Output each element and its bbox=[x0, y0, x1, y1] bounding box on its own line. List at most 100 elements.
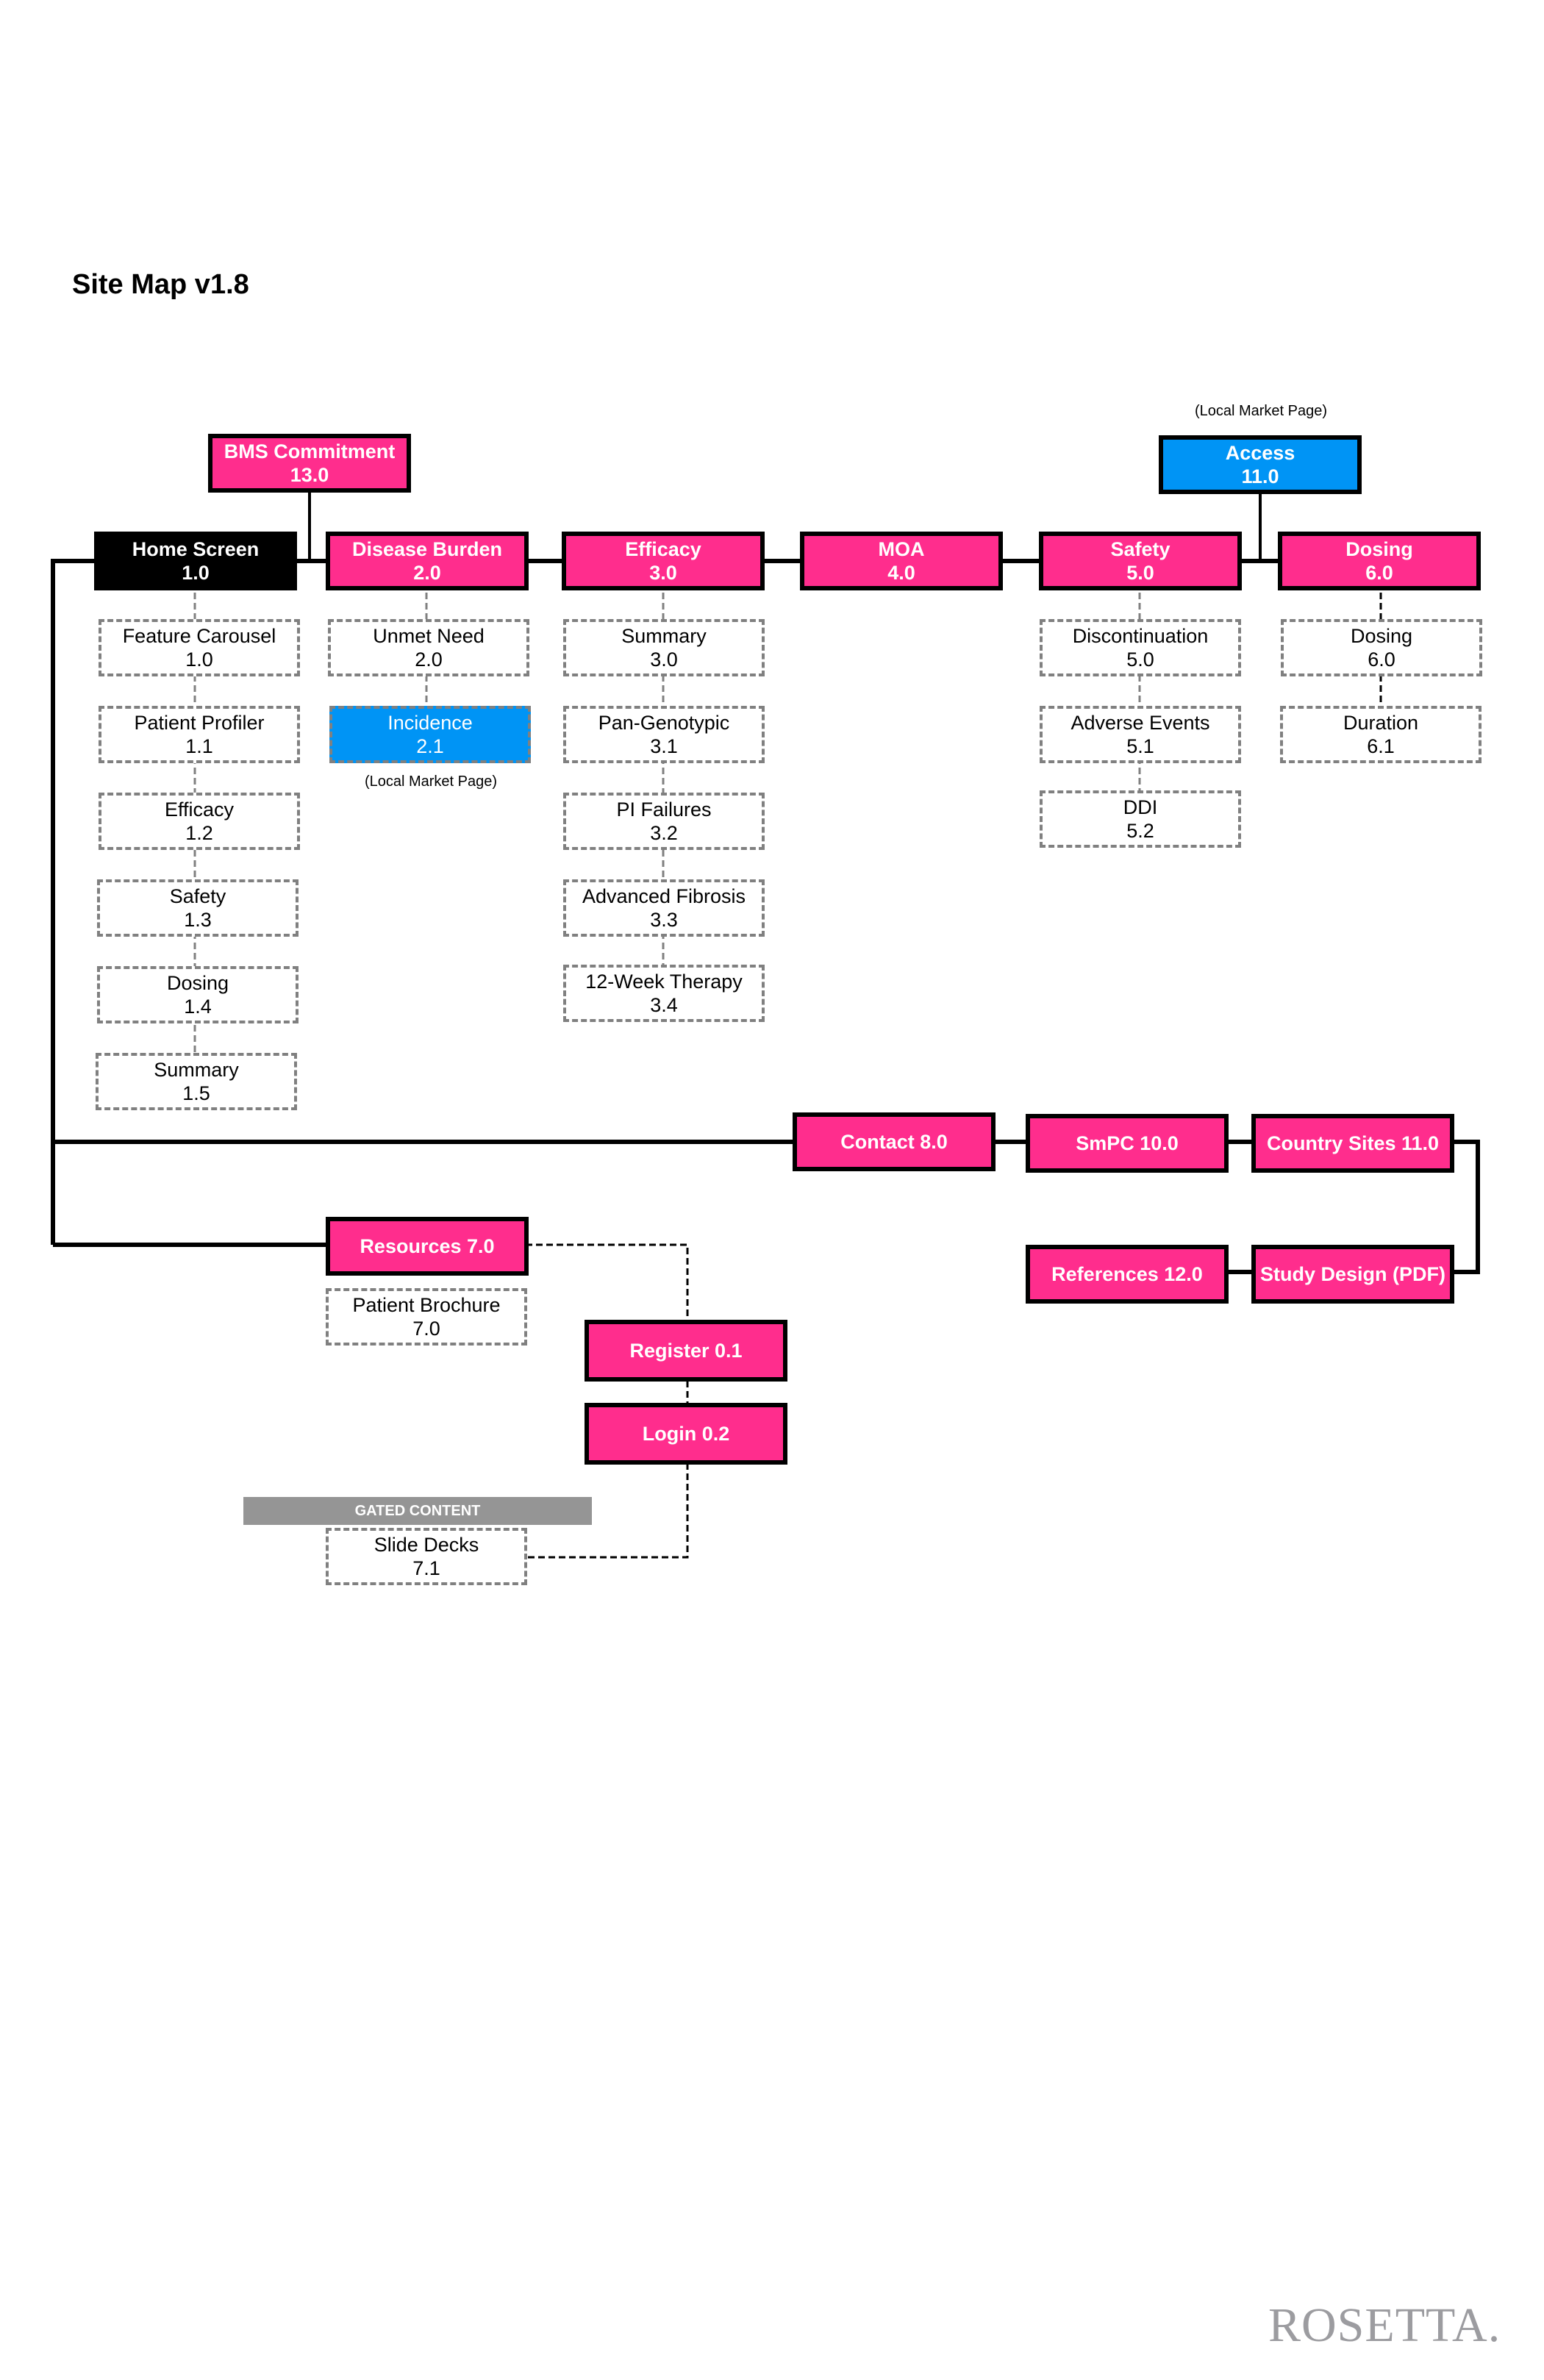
node-resources[interactable]: Resources 7.0 bbox=[326, 1217, 529, 1276]
node-label: Country Sites 11.0 bbox=[1266, 1132, 1440, 1154]
node-number: 3.1 bbox=[650, 735, 678, 757]
node-number: 2.0 bbox=[413, 562, 441, 584]
subpage-patient-brochure[interactable]: Patient Brochure 7.0 bbox=[326, 1288, 527, 1346]
incidence-local-market-note: (Local Market Page) bbox=[364, 773, 498, 790]
subpage-pan-genotypic[interactable]: Pan-Genotypic 3.1 bbox=[563, 706, 765, 763]
node-number: 1.0 bbox=[185, 648, 213, 671]
subpage-dosing-detail[interactable]: Dosing 6.0 bbox=[1281, 619, 1482, 676]
node-number: 11.0 bbox=[1241, 465, 1279, 487]
node-number: 3.0 bbox=[649, 562, 677, 584]
node-label: Dosing bbox=[1345, 537, 1413, 560]
node-label: Adverse Events bbox=[1071, 711, 1210, 734]
node-label: Resources 7.0 bbox=[360, 1234, 495, 1257]
subpage-safety[interactable]: Safety 1.3 bbox=[97, 879, 299, 937]
node-number: 1.0 bbox=[182, 562, 210, 584]
node-label: Disease Burden bbox=[351, 537, 503, 560]
node-number: 5.0 bbox=[1126, 562, 1154, 584]
subpage-duration[interactable]: Duration 6.1 bbox=[1280, 706, 1482, 763]
node-label: Home Screen bbox=[132, 537, 260, 560]
node-label: Dosing bbox=[166, 971, 229, 994]
node-label: Incidence bbox=[387, 711, 473, 734]
node-number: 6.0 bbox=[1368, 648, 1395, 671]
subpage-feature-carousel[interactable]: Feature Carousel 1.0 bbox=[99, 619, 300, 676]
subpage-patient-profiler[interactable]: Patient Profiler 1.1 bbox=[99, 706, 300, 763]
node-number: 3.0 bbox=[650, 648, 678, 671]
subpage-unmet-need[interactable]: Unmet Need 2.0 bbox=[328, 619, 529, 676]
node-label: Duration bbox=[1343, 711, 1419, 734]
node-label: Contact 8.0 bbox=[840, 1130, 948, 1153]
connector-lines bbox=[51, 491, 1480, 1559]
rosetta-logo: ROSETTA. bbox=[1268, 2298, 1501, 2352]
subpage-ddi[interactable]: DDI 5.2 bbox=[1040, 790, 1241, 848]
node-efficacy[interactable]: Efficacy 3.0 bbox=[562, 532, 765, 590]
node-label: Advanced Fibrosis bbox=[582, 885, 746, 907]
node-label: Slide Decks bbox=[374, 1533, 479, 1556]
node-label: Feature Carousel bbox=[122, 624, 276, 647]
subpage-dosing[interactable]: Dosing 1.4 bbox=[97, 966, 299, 1023]
node-safety[interactable]: Safety 5.0 bbox=[1039, 532, 1242, 590]
node-label: Summary bbox=[154, 1058, 239, 1081]
node-smpc[interactable]: SmPC 10.0 bbox=[1026, 1114, 1229, 1173]
node-references[interactable]: References 12.0 bbox=[1026, 1245, 1229, 1304]
node-contact[interactable]: Contact 8.0 bbox=[793, 1112, 996, 1171]
subpage-incidence[interactable]: Incidence 2.1 bbox=[329, 706, 531, 763]
node-number: 3.3 bbox=[650, 909, 678, 931]
node-country-sites[interactable]: Country Sites 11.0 bbox=[1251, 1114, 1454, 1173]
node-label: References 12.0 bbox=[1051, 1262, 1203, 1285]
node-access[interactable]: Access 11.0 bbox=[1159, 435, 1362, 494]
node-label: 12-Week Therapy bbox=[585, 970, 743, 993]
node-label: Unmet Need bbox=[373, 624, 485, 647]
node-label: DDI bbox=[1123, 796, 1158, 818]
node-number: 6.0 bbox=[1365, 562, 1393, 584]
subpage-advanced-fibrosis[interactable]: Advanced Fibrosis 3.3 bbox=[563, 879, 765, 937]
node-number: 1.5 bbox=[182, 1082, 210, 1104]
node-bms-commitment[interactable]: BMS Commitment 13.0 bbox=[208, 434, 411, 493]
node-label: Efficacy bbox=[164, 798, 235, 821]
page-title: Site Map v1.8 bbox=[72, 269, 249, 300]
node-number: 6.1 bbox=[1367, 735, 1395, 757]
node-study-design[interactable]: Study Design (PDF) bbox=[1251, 1245, 1454, 1304]
subpage-efficacy[interactable]: Efficacy 1.2 bbox=[99, 793, 300, 850]
node-number: 5.2 bbox=[1126, 820, 1154, 842]
node-label: Patient Profiler bbox=[134, 711, 265, 734]
subpage-pi-failures[interactable]: PI Failures 3.2 bbox=[563, 793, 765, 850]
node-number: 3.2 bbox=[650, 822, 678, 844]
node-label: Efficacy bbox=[625, 537, 701, 560]
gated-content-banner: GATED CONTENT bbox=[243, 1497, 592, 1525]
subpage-12-week-therapy[interactable]: 12-Week Therapy 3.4 bbox=[563, 965, 765, 1022]
node-number: 4.0 bbox=[887, 562, 915, 584]
node-number: 2.0 bbox=[415, 648, 443, 671]
node-number: 7.0 bbox=[412, 1318, 440, 1340]
subpage-slide-decks[interactable]: Slide Decks 7.1 bbox=[326, 1528, 527, 1585]
node-login[interactable]: Login 0.2 bbox=[585, 1403, 787, 1465]
node-label: BMS Commitment bbox=[224, 440, 396, 462]
node-label: Login 0.2 bbox=[642, 1422, 730, 1445]
node-label: Dosing bbox=[1350, 624, 1413, 647]
node-register[interactable]: Register 0.1 bbox=[585, 1320, 787, 1382]
node-number: 1.1 bbox=[185, 735, 213, 757]
node-label: SmPC 10.0 bbox=[1076, 1132, 1179, 1154]
subpage-adverse-events[interactable]: Adverse Events 5.1 bbox=[1040, 706, 1241, 763]
node-label: Pan-Genotypic bbox=[598, 711, 730, 734]
subpage-summary[interactable]: Summary 1.5 bbox=[96, 1053, 297, 1110]
node-number: 5.0 bbox=[1126, 648, 1154, 671]
node-label: Safety bbox=[169, 885, 226, 907]
node-label: Study Design (PDF) bbox=[1259, 1262, 1445, 1285]
node-number: 1.4 bbox=[184, 996, 212, 1018]
node-number: 5.1 bbox=[1126, 735, 1154, 757]
node-label: Patient Brochure bbox=[352, 1293, 501, 1316]
node-label: MOA bbox=[878, 537, 925, 560]
node-label: Access bbox=[1225, 441, 1295, 464]
node-number: 2.1 bbox=[416, 735, 444, 757]
node-home-screen[interactable]: Home Screen 1.0 bbox=[94, 532, 297, 590]
node-number: 1.2 bbox=[185, 822, 213, 844]
node-disease-burden[interactable]: Disease Burden 2.0 bbox=[326, 532, 529, 590]
node-label: Safety bbox=[1110, 537, 1170, 560]
node-dosing[interactable]: Dosing 6.0 bbox=[1278, 532, 1481, 590]
node-label: PI Failures bbox=[616, 798, 712, 821]
node-number: 1.3 bbox=[184, 909, 212, 931]
subpage-efficacy-summary[interactable]: Summary 3.0 bbox=[563, 619, 765, 676]
node-number: 7.1 bbox=[412, 1557, 440, 1579]
node-moa[interactable]: MOA 4.0 bbox=[800, 532, 1003, 590]
subpage-discontinuation[interactable]: Discontinuation 5.0 bbox=[1040, 619, 1241, 676]
